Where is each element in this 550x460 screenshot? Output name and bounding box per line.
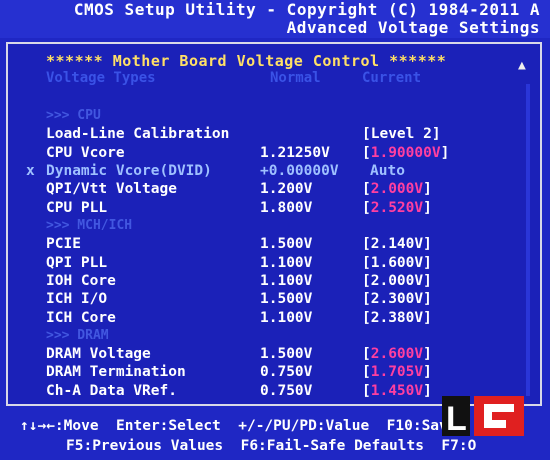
voltage-label: Dynamic Vcore(DVID) xyxy=(46,163,212,179)
current-value: 2.380V xyxy=(370,310,424,326)
normal-value: 1.200V xyxy=(260,181,313,197)
section-label: >>> MCH/ICH xyxy=(46,218,133,233)
current-value: 2.520V xyxy=(370,200,424,216)
current-value-field[interactable]: [2.520V] xyxy=(362,200,432,216)
page-title: Advanced Voltage Settings xyxy=(286,18,540,37)
voltage-label: PCIE xyxy=(46,236,81,252)
voltage-label: IOH Core xyxy=(46,273,116,289)
scrollbar[interactable] xyxy=(526,84,530,396)
voltage-label: Ch-A Data VRef. xyxy=(46,383,177,399)
normal-value: 1.100V xyxy=(260,255,313,271)
logo-watermark: L xyxy=(442,396,524,438)
section-label: >>> DRAM xyxy=(46,328,109,343)
current-value: 1.600V xyxy=(370,255,424,271)
app-title: CMOS Setup Utility - Copyright (C) 1984-… xyxy=(73,0,540,19)
disabled-marker-icon: x xyxy=(26,163,35,179)
normal-value: 0.750V xyxy=(260,383,313,399)
voltage-label: QPI PLL xyxy=(46,255,108,271)
current-value-field[interactable]: [2.000V] xyxy=(362,181,432,197)
scroll-up-icon[interactable]: ▲ xyxy=(518,58,526,73)
current-value-field[interactable]: [2.600V] xyxy=(362,346,432,362)
normal-value: 1.100V xyxy=(260,310,313,326)
current-value-field[interactable]: Auto xyxy=(370,163,405,179)
normal-value: 1.100V xyxy=(260,273,313,289)
title-bar: CMOS Setup Utility - Copyright (C) 1984-… xyxy=(0,0,550,38)
voltage-label: ICH I/O xyxy=(46,291,108,307)
current-value-field[interactable]: [2.140V] xyxy=(362,236,432,252)
footer-keys-line1: ↑↓→←:Move Enter:Select +/-/PU/PD:Value F… xyxy=(20,418,457,434)
normal-value: 1.21250V xyxy=(260,145,330,161)
column-header-types: Voltage Types xyxy=(46,70,156,86)
normal-value: 1.800V xyxy=(260,200,313,216)
normal-value: +0.00000V xyxy=(260,163,339,179)
normal-value: 1.500V xyxy=(260,291,313,307)
current-value-field[interactable]: [Level 2] xyxy=(362,126,441,142)
voltage-label: CPU Vcore xyxy=(46,145,125,161)
current-value-field[interactable]: [1.90000V] xyxy=(362,145,449,161)
column-header-current: Current xyxy=(362,70,422,86)
normal-value: 1.500V xyxy=(260,346,313,362)
footer-keys-line2: F5:Previous Values F6:Fail-Safe Defaults… xyxy=(66,438,477,454)
current-value: 1.705V xyxy=(370,364,424,380)
voltage-label: DRAM Termination xyxy=(46,364,186,380)
voltage-label: ICH Core xyxy=(46,310,116,326)
voltage-label: QPI/Vtt Voltage xyxy=(46,181,177,197)
current-value: 2.300V xyxy=(370,291,424,307)
current-value: 2.600V xyxy=(370,346,424,362)
voltage-label: DRAM Voltage xyxy=(46,346,151,362)
svg-text:L: L xyxy=(446,400,467,438)
current-value-field[interactable]: [1.600V] xyxy=(362,255,432,271)
voltage-label: Load-Line Calibration xyxy=(46,126,230,142)
section-label: >>> CPU xyxy=(46,108,101,123)
current-value-field[interactable]: [2.380V] xyxy=(362,310,432,326)
current-value-field[interactable]: [2.000V] xyxy=(362,273,432,289)
current-value-field[interactable]: [1.705V] xyxy=(362,364,432,380)
panel-heading: ****** Mother Board Voltage Control ****… xyxy=(46,52,447,70)
current-value-field[interactable]: [1.450V] xyxy=(362,383,432,399)
normal-value: 0.750V xyxy=(260,364,313,380)
current-value: Level 2 xyxy=(370,126,432,142)
voltage-label: CPU PLL xyxy=(46,200,108,216)
column-header-normal: Normal xyxy=(270,70,321,86)
current-value: 2.000V xyxy=(370,273,424,289)
current-value: 1.90000V xyxy=(370,145,441,161)
current-value: 2.000V xyxy=(370,181,424,197)
current-value: 1.450V xyxy=(370,383,424,399)
normal-value: 1.500V xyxy=(260,236,313,252)
current-value-field[interactable]: [2.300V] xyxy=(362,291,432,307)
current-value: 2.140V xyxy=(370,236,424,252)
